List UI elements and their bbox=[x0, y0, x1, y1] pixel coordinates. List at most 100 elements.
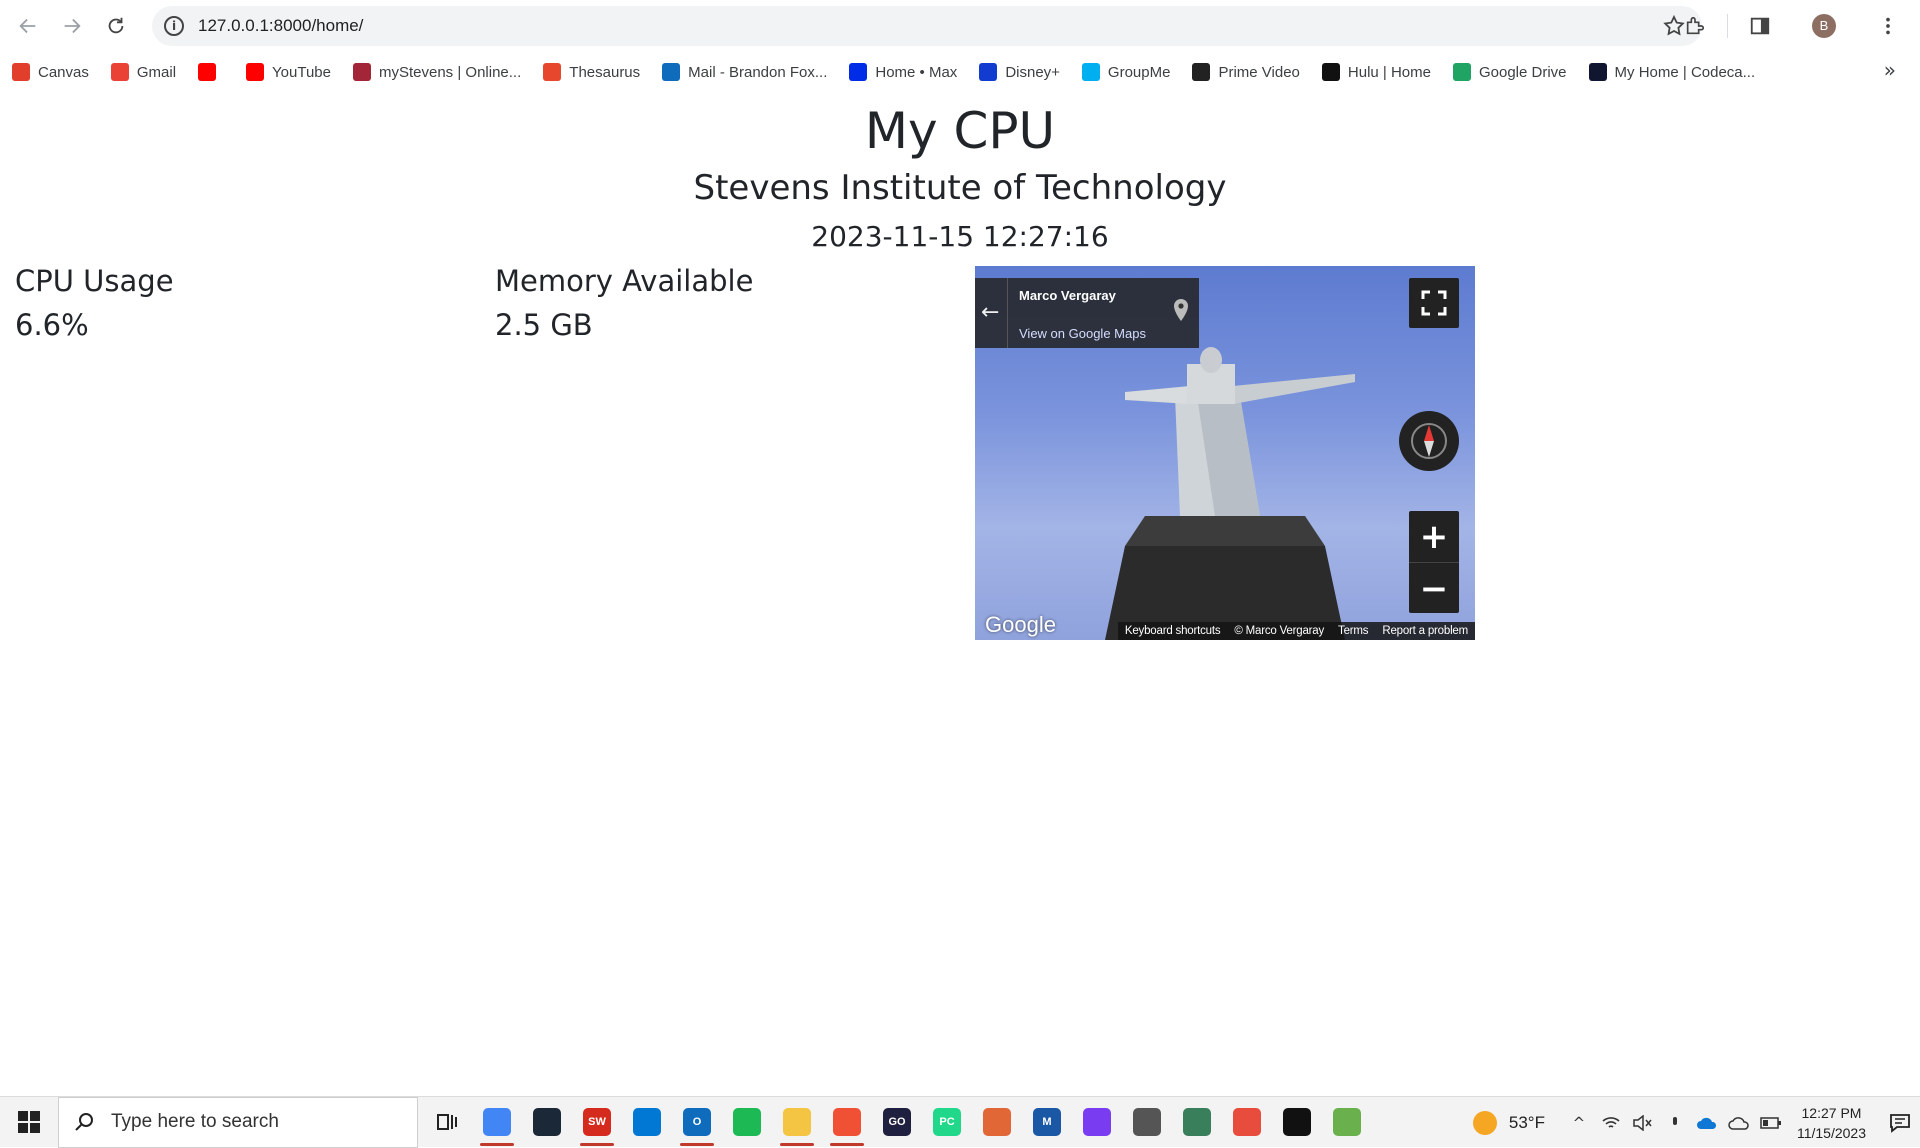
canvas-icon bbox=[12, 63, 30, 81]
disney-icon bbox=[979, 63, 998, 81]
bookmark-item[interactable] bbox=[198, 58, 224, 86]
taskbar-app-mathcad[interactable]: M bbox=[1022, 1097, 1072, 1148]
bookmark-item[interactable]: Mail - Brandon Fox... bbox=[662, 58, 827, 86]
street-view-embed[interactable]: ← Marco Vergaray View on Google Maps + −… bbox=[975, 266, 1475, 640]
copyright-text: © Marco Vergaray bbox=[1234, 625, 1325, 637]
bookmark-item[interactable]: Google Drive bbox=[1452, 58, 1567, 86]
bookmark-label: GroupMe bbox=[1107, 63, 1171, 81]
fullscreen-button[interactable] bbox=[1409, 278, 1459, 328]
bookmark-label: Disney+ bbox=[1005, 63, 1060, 81]
taskbar-app-git[interactable] bbox=[822, 1097, 872, 1148]
taskbar-app-solidworks[interactable]: SW bbox=[572, 1097, 622, 1148]
forward-button[interactable] bbox=[50, 4, 94, 48]
bookmark-item[interactable]: YouTube bbox=[246, 58, 331, 86]
bookmark-item[interactable]: Disney+ bbox=[979, 58, 1060, 86]
microphone-icon[interactable] bbox=[1661, 1109, 1689, 1137]
task-view-button[interactable] bbox=[422, 1097, 472, 1148]
pycharm-icon: PC bbox=[933, 1108, 961, 1136]
taskbar-app-goland[interactable]: GO bbox=[872, 1097, 922, 1148]
search-icon bbox=[75, 1113, 93, 1131]
taskbar-app-messenger[interactable] bbox=[1072, 1097, 1122, 1148]
compass-button[interactable] bbox=[1399, 411, 1459, 471]
taskbar-app-chrome[interactable] bbox=[472, 1097, 522, 1148]
memory-value: 2.5 GB bbox=[495, 308, 593, 342]
onedrive-icon[interactable] bbox=[1693, 1109, 1721, 1137]
taskbar-search[interactable]: Type here to search bbox=[58, 1096, 418, 1148]
more-bookmarks-icon[interactable]: » bbox=[1884, 58, 1896, 82]
forward-arrow-icon bbox=[64, 18, 81, 34]
thesaurus-icon bbox=[543, 63, 562, 81]
bookmark-item[interactable]: Canvas bbox=[12, 58, 89, 86]
battery-icon[interactable] bbox=[1757, 1109, 1785, 1137]
file-explorer-icon bbox=[783, 1108, 811, 1136]
address-bar[interactable]: i 127.0.0.1:8000/home/ bbox=[152, 6, 1702, 46]
weather-widget[interactable]: 53°F bbox=[1472, 1110, 1545, 1135]
git-icon bbox=[833, 1108, 861, 1136]
system-clock[interactable]: 12:27 PM 11/15/2023 bbox=[1797, 1103, 1866, 1143]
cloud-icon[interactable] bbox=[1725, 1109, 1753, 1137]
more-vert-icon bbox=[1886, 17, 1890, 35]
bookmark-item[interactable]: Hulu | Home bbox=[1321, 58, 1431, 86]
search-placeholder[interactable]: Type here to search bbox=[111, 1111, 279, 1133]
page-subtitle: Stevens Institute of Technology bbox=[693, 168, 1227, 208]
reload-icon bbox=[108, 17, 124, 34]
bookmark-label: Thesaurus bbox=[569, 63, 641, 81]
map-pin-icon[interactable] bbox=[1171, 298, 1191, 322]
taskbar-app-vscode[interactable] bbox=[622, 1097, 672, 1148]
zoom-out-button[interactable]: − bbox=[1409, 563, 1459, 614]
zoom-in-button[interactable]: + bbox=[1409, 511, 1459, 562]
keyboard-shortcuts-link[interactable]: Keyboard shortcuts bbox=[1118, 625, 1227, 637]
taskbar-app-notepad[interactable] bbox=[1222, 1097, 1272, 1148]
menu-button[interactable] bbox=[1866, 4, 1910, 48]
wifi-icon[interactable] bbox=[1597, 1109, 1625, 1137]
bookmark-item[interactable]: My Home | Codeca... bbox=[1588, 58, 1755, 86]
mathcad-icon: M bbox=[1033, 1108, 1061, 1136]
start-button[interactable] bbox=[0, 1097, 58, 1148]
reload-button[interactable] bbox=[94, 4, 138, 48]
bookmark-label: Prime Video bbox=[1218, 63, 1300, 81]
bookmark-item[interactable]: GroupMe bbox=[1081, 58, 1171, 86]
speaker-muted-icon[interactable] bbox=[1629, 1109, 1657, 1137]
amazon-icon bbox=[1192, 63, 1211, 81]
street-view-footer: Keyboard shortcuts © Marco Vergaray Term… bbox=[1117, 622, 1475, 640]
taskbar-app-spotify[interactable] bbox=[722, 1097, 772, 1148]
taskbar-app-file-explorer[interactable] bbox=[772, 1097, 822, 1148]
bookmark-item[interactable]: Thesaurus bbox=[543, 58, 640, 86]
taskbar-app-window-app[interactable] bbox=[1172, 1097, 1222, 1148]
extensions-button[interactable] bbox=[1673, 4, 1717, 48]
url-text[interactable]: 127.0.0.1:8000/home/ bbox=[198, 16, 363, 36]
taskbar-app-matlab[interactable] bbox=[972, 1097, 1022, 1148]
taskbar-apps: SW O GO PC M bbox=[472, 1097, 1372, 1148]
taskbar-app-terminal[interactable] bbox=[1272, 1097, 1322, 1148]
arrow-left-icon[interactable]: ← bbox=[981, 300, 999, 325]
paint-icon bbox=[1333, 1108, 1361, 1136]
taskbar-app-steam[interactable] bbox=[522, 1097, 572, 1148]
bookmark-label: YouTube bbox=[272, 63, 331, 81]
back-arrow-icon bbox=[19, 18, 36, 34]
taskbar-app-outlook[interactable]: O bbox=[672, 1097, 722, 1148]
back-button[interactable] bbox=[6, 4, 50, 48]
compass-icon bbox=[1411, 423, 1447, 459]
bookmark-item[interactable]: Prime Video bbox=[1192, 58, 1300, 86]
terminal-icon bbox=[1283, 1108, 1311, 1136]
bookmark-item[interactable]: myStevens | Online... bbox=[352, 58, 521, 86]
view-on-google-maps-link[interactable]: View on Google Maps bbox=[1019, 326, 1146, 341]
google-logo: Google bbox=[985, 612, 1056, 637]
report-problem-link[interactable]: Report a problem bbox=[1375, 625, 1475, 637]
spotify-icon bbox=[733, 1108, 761, 1136]
side-panel-button[interactable] bbox=[1738, 4, 1782, 48]
bookmark-item[interactable]: Home • Max bbox=[849, 58, 957, 86]
weather-icon bbox=[1472, 1110, 1497, 1135]
bookmark-item[interactable]: Gmail bbox=[110, 58, 176, 86]
solidworks-icon: SW bbox=[583, 1108, 611, 1136]
profile-button[interactable]: B bbox=[1802, 4, 1846, 48]
taskbar-app-settings[interactable] bbox=[1122, 1097, 1172, 1148]
taskbar-app-pycharm[interactable]: PC bbox=[922, 1097, 972, 1148]
notepad-icon bbox=[1233, 1108, 1261, 1136]
bookmark-label: Canvas bbox=[38, 63, 89, 81]
site-info-icon[interactable]: i bbox=[164, 16, 184, 36]
taskbar-app-paint[interactable] bbox=[1322, 1097, 1372, 1148]
notifications-button[interactable] bbox=[1880, 1097, 1920, 1148]
chevron-up-icon[interactable]: ^ bbox=[1565, 1109, 1593, 1137]
terms-link[interactable]: Terms bbox=[1331, 625, 1375, 637]
